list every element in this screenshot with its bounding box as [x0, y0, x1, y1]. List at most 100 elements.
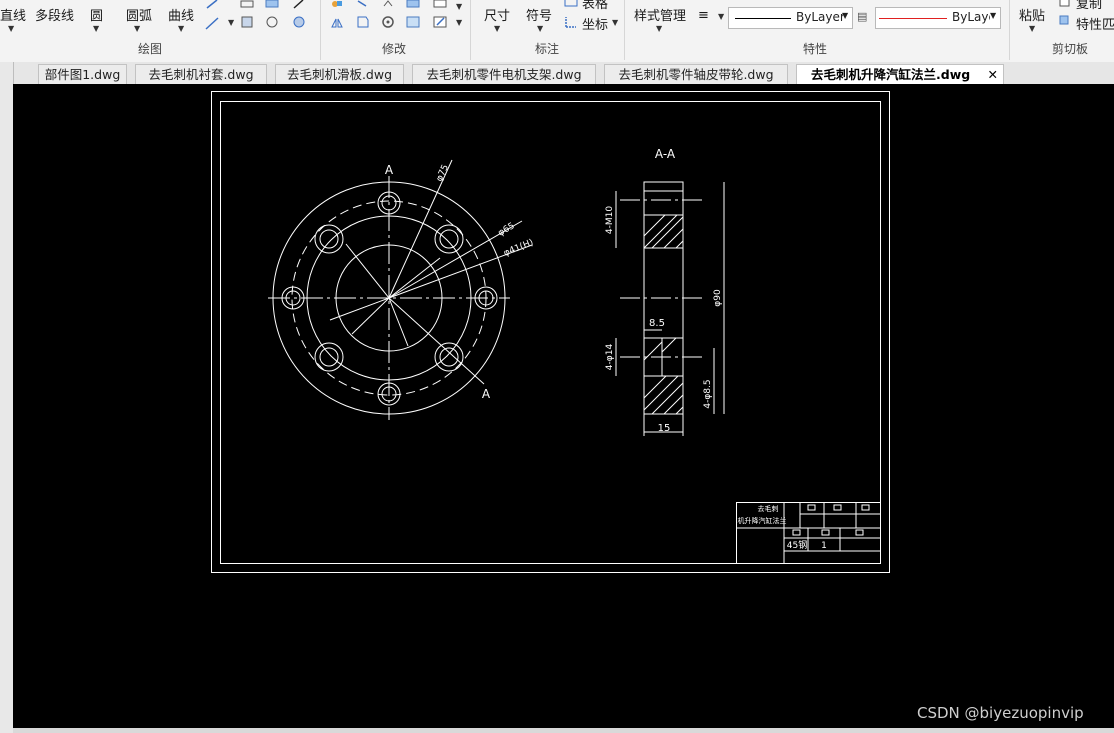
match-properties-icon[interactable]: [1058, 14, 1072, 28]
close-icon[interactable]: ✕: [988, 65, 998, 84]
dimension-button[interactable]: 尺寸: [484, 5, 510, 24]
mirror-icon[interactable]: [330, 15, 344, 29]
edit-icon[interactable]: [433, 15, 447, 29]
tab-document[interactable]: 去毛刺机零件轴皮带轮.dwg: [604, 64, 788, 84]
section-cut-label: A: [482, 387, 491, 401]
rotate-icon[interactable]: [381, 15, 395, 29]
drawing-canvas[interactable]: A A φ75 φ65 φ41(H) A-A 4-M10 φ90 8.5 4-φ…: [13, 84, 1114, 728]
clipboard-group-label: 剪切板: [1052, 42, 1089, 56]
color-layer-select[interactable]: ByLayer ▼: [728, 7, 853, 29]
table-icon[interactable]: [564, 0, 578, 10]
tab-label: 去毛刺机滑板.dwg: [286, 67, 393, 82]
dimension-text: 4-M10: [605, 206, 615, 234]
dimension-text: φ90: [713, 289, 723, 307]
arrow-icon[interactable]: [292, 0, 306, 14]
chevron-down-icon[interactable]: ▼: [178, 24, 184, 33]
title-material: 45钢: [787, 539, 807, 551]
divider: [320, 0, 321, 60]
copy-obj-icon[interactable]: [356, 0, 370, 14]
color-swatch: [735, 18, 791, 19]
tab-document-active[interactable]: 去毛刺机升降汽缸法兰.dwg ✕: [796, 64, 1004, 84]
stretch-icon[interactable]: [381, 0, 395, 14]
paste-button[interactable]: 粘贴: [1019, 5, 1045, 24]
tab-label: 去毛刺机升降汽缸法兰.dwg: [811, 67, 971, 82]
layout-tabs-bar[interactable]: [13, 728, 1114, 733]
dimension-text: 4-φ8.5: [703, 379, 713, 408]
dimension-text: φ41(H): [502, 238, 535, 259]
chevron-down-icon[interactable]: ▼: [134, 24, 140, 33]
draw-group-label: 绘图: [138, 42, 163, 56]
ribbon-toolbar: 直线 ▼ 多段线 圆 ▼ 圆弧 ▼ 曲线 ▼ ▼ 绘图 ▼ ▼ 修改 尺寸 ▼ …: [0, 0, 1114, 63]
boundary-icon[interactable]: [265, 15, 279, 29]
rectangle-icon[interactable]: [240, 0, 254, 14]
chevron-down-icon[interactable]: ▼: [537, 24, 543, 33]
curve-button[interactable]: 曲线: [168, 5, 194, 24]
tab-document[interactable]: 部件图1.dwg: [38, 64, 127, 84]
image-icon[interactable]: [265, 0, 279, 14]
copy-icon[interactable]: [1058, 0, 1072, 10]
color-layer-value: ByLayer: [796, 10, 845, 24]
front-view: [268, 159, 533, 420]
left-panel-strip[interactable]: [0, 62, 14, 733]
dimension-text: 8.5: [649, 318, 665, 329]
hatch: [643, 214, 684, 415]
match-properties-button[interactable]: 特性匹: [1076, 14, 1114, 33]
divider: [470, 0, 471, 60]
hatch-icon[interactable]: [240, 15, 254, 29]
array-icon[interactable]: [406, 15, 420, 29]
dimension-text: φ65: [497, 221, 517, 238]
chevron-down-icon[interactable]: ▼: [456, 2, 462, 11]
explode-icon[interactable]: [433, 0, 447, 14]
linetype-layer-value: ByLayer: [952, 10, 990, 24]
linetype-icon[interactable]: ≡: [698, 8, 709, 23]
table-button[interactable]: 表格: [582, 0, 608, 12]
tab-label: 去毛刺机衬套.dwg: [148, 67, 254, 82]
properties-group-label: 特性: [803, 42, 828, 56]
tab-label: 部件图1.dwg: [44, 67, 121, 82]
circle-button[interactable]: 圆: [90, 5, 103, 24]
lineweight-icon[interactable]: ▤: [857, 10, 867, 23]
chevron-down-icon[interactable]: ▼: [718, 12, 724, 21]
arc-button[interactable]: 圆弧: [126, 5, 152, 24]
ray-icon[interactable]: [205, 16, 219, 30]
chevron-down-icon[interactable]: ▼: [612, 18, 618, 27]
offset-icon[interactable]: [356, 15, 370, 29]
section-label: A-A: [655, 147, 676, 161]
copy-button[interactable]: 复制: [1076, 0, 1102, 12]
chevron-down-icon[interactable]: ▼: [456, 18, 462, 27]
coordinate-button[interactable]: 坐标: [582, 14, 608, 33]
chevron-down-icon: ▼: [990, 11, 997, 20]
tab-document[interactable]: 去毛刺机零件电机支架.dwg: [412, 64, 596, 84]
document-tab-bar: 部件图1.dwg 去毛刺机衬套.dwg 去毛刺机滑板.dwg 去毛刺机零件电机支…: [0, 62, 1114, 85]
tab-document[interactable]: 去毛刺机滑板.dwg: [275, 64, 404, 84]
dimension-text: 15: [658, 423, 671, 434]
dimension-text: 4-φ14: [605, 344, 615, 371]
chevron-down-icon[interactable]: ▼: [1029, 24, 1035, 33]
title-part-name: 去毛刺: [758, 504, 779, 513]
sheet-border: [211, 91, 890, 573]
move-icon[interactable]: [330, 0, 344, 14]
style-manager-button[interactable]: 样式管理: [634, 5, 686, 24]
frame-border: [220, 101, 881, 564]
cad-drawing: A A φ75 φ65 φ41(H) A-A 4-M10 φ90 8.5 4-φ…: [211, 91, 890, 573]
pen-icon[interactable]: [205, 0, 219, 14]
divider: [624, 0, 625, 60]
scale-icon[interactable]: [406, 0, 420, 14]
symbol-button[interactable]: 符号: [526, 5, 552, 24]
divider: [1009, 0, 1010, 60]
coordinate-icon[interactable]: [564, 15, 578, 29]
annotate-group-label: 标注: [535, 42, 560, 56]
chevron-down-icon[interactable]: ▼: [494, 24, 500, 33]
line-button[interactable]: 直线: [0, 5, 26, 24]
linetype-layer-select[interactable]: ByLayer ▼: [875, 7, 1001, 29]
polyline-button[interactable]: 多段线: [35, 5, 74, 24]
tab-document[interactable]: 去毛刺机衬套.dwg: [135, 64, 267, 84]
chevron-down-icon[interactable]: ▼: [93, 24, 99, 33]
region-icon[interactable]: [292, 15, 306, 29]
modify-group-label: 修改: [382, 42, 407, 56]
title-part-name: 机升降汽缸法兰: [738, 516, 787, 525]
watermark: CSDN @biyezuopinvip: [917, 704, 1084, 722]
chevron-down-icon[interactable]: ▼: [228, 18, 234, 27]
chevron-down-icon[interactable]: ▼: [8, 24, 14, 33]
chevron-down-icon[interactable]: ▼: [656, 24, 662, 33]
